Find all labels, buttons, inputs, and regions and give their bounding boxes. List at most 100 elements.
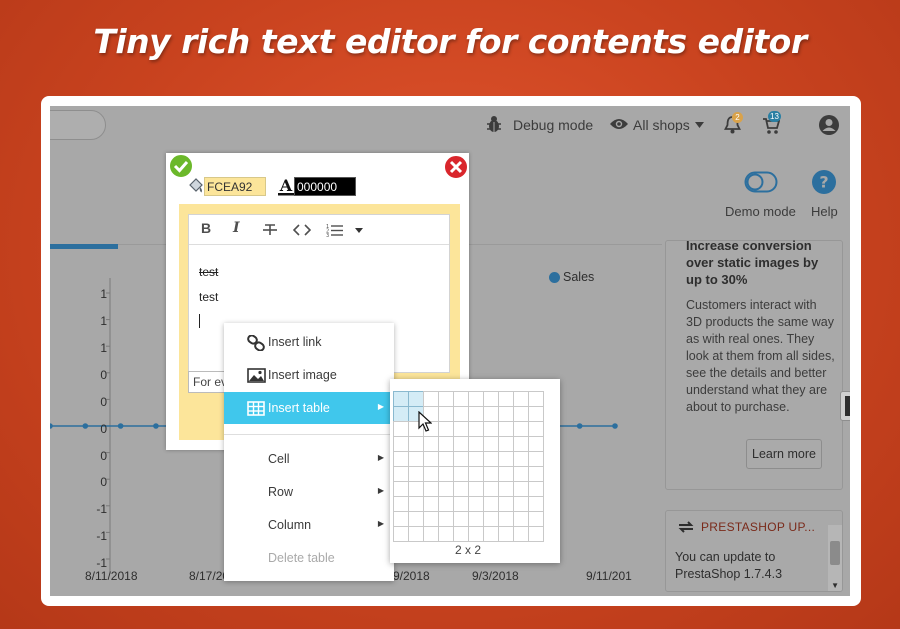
grid-cell[interactable]: [498, 421, 514, 437]
grid-cell[interactable]: [483, 391, 499, 407]
grid-cell[interactable]: [528, 511, 544, 527]
demo-mode-label[interactable]: Demo mode: [725, 204, 796, 219]
grid-cell[interactable]: [498, 406, 514, 422]
grid-cell[interactable]: [393, 436, 409, 452]
help-icon[interactable]: ?: [812, 170, 836, 194]
grid-cell[interactable]: [423, 391, 439, 407]
grid-cell[interactable]: [483, 466, 499, 482]
grid-cell[interactable]: [498, 466, 514, 482]
grid-cell[interactable]: [423, 496, 439, 512]
grid-cell[interactable]: [513, 466, 529, 482]
grid-cell[interactable]: [408, 451, 424, 467]
grid-cell[interactable]: [408, 436, 424, 452]
grid-cell[interactable]: [468, 421, 484, 437]
grid-cell[interactable]: [498, 391, 514, 407]
grid-cell[interactable]: [438, 421, 454, 437]
grid-cell[interactable]: [423, 526, 439, 542]
grid-cell[interactable]: [438, 436, 454, 452]
grid-cell[interactable]: [498, 526, 514, 542]
grid-cell[interactable]: [513, 421, 529, 437]
confirm-icon[interactable]: [168, 153, 194, 179]
grid-cell[interactable]: [498, 511, 514, 527]
grid-cell[interactable]: [528, 436, 544, 452]
grid-cell[interactable]: [483, 526, 499, 542]
grid-cell[interactable]: [468, 391, 484, 407]
cell-item[interactable]: Cell ▶: [224, 443, 394, 475]
grid-cell[interactable]: [468, 466, 484, 482]
grid-cell[interactable]: [468, 451, 484, 467]
grid-cell[interactable]: [483, 481, 499, 497]
grid-cell[interactable]: [453, 526, 469, 542]
grid-cell[interactable]: [438, 406, 454, 422]
grid-cell[interactable]: [513, 451, 529, 467]
table-grid[interactable]: [393, 391, 545, 543]
search-field[interactable]: [50, 110, 106, 140]
grid-cell[interactable]: [528, 526, 544, 542]
grid-cell[interactable]: [498, 436, 514, 452]
grid-cell[interactable]: [483, 421, 499, 437]
demo-mode-toggle-icon[interactable]: [744, 171, 778, 193]
grid-cell[interactable]: [408, 496, 424, 512]
grid-cell[interactable]: [468, 481, 484, 497]
grid-cell[interactable]: [423, 511, 439, 527]
grid-cell[interactable]: [513, 511, 529, 527]
grid-cell[interactable]: [393, 466, 409, 482]
grid-cell[interactable]: [513, 496, 529, 512]
grid-cell[interactable]: [483, 406, 499, 422]
background-color-input[interactable]: FCEA92: [204, 177, 266, 196]
grid-cell[interactable]: [483, 496, 499, 512]
scroll-down-icon[interactable]: ▼: [831, 581, 839, 590]
close-icon[interactable]: [443, 154, 469, 180]
grid-cell[interactable]: [453, 511, 469, 527]
italic-icon[interactable]: I: [233, 220, 240, 236]
grid-cell[interactable]: [528, 481, 544, 497]
grid-cell[interactable]: [468, 511, 484, 527]
row-item[interactable]: Row ▶: [224, 476, 394, 508]
grid-cell[interactable]: [528, 451, 544, 467]
all-shops-selector[interactable]: All shops: [633, 117, 690, 133]
help-label[interactable]: Help: [811, 204, 838, 219]
grid-cell[interactable]: [438, 526, 454, 542]
grid-cell[interactable]: [468, 496, 484, 512]
grid-cell[interactable]: [438, 511, 454, 527]
grid-cell[interactable]: [453, 391, 469, 407]
grid-cell[interactable]: [438, 496, 454, 512]
grid-cell[interactable]: [453, 496, 469, 512]
grid-cell[interactable]: [513, 436, 529, 452]
grid-cell[interactable]: [423, 466, 439, 482]
grid-cell[interactable]: [408, 511, 424, 527]
grid-cell[interactable]: [408, 481, 424, 497]
grid-cell[interactable]: [393, 406, 409, 422]
grid-cell[interactable]: [528, 466, 544, 482]
bold-icon[interactable]: B: [201, 220, 211, 236]
grid-cell[interactable]: [513, 526, 529, 542]
list-dropdown-icon[interactable]: [355, 228, 363, 233]
update-scroll-thumb[interactable]: [830, 541, 840, 565]
text-color-input[interactable]: 000000: [294, 177, 356, 196]
user-account-icon[interactable]: [819, 115, 839, 135]
grid-cell[interactable]: [453, 421, 469, 437]
grid-cell[interactable]: [423, 451, 439, 467]
grid-cell[interactable]: [393, 496, 409, 512]
grid-cell[interactable]: [528, 496, 544, 512]
grid-cell[interactable]: [393, 451, 409, 467]
grid-cell[interactable]: [528, 406, 544, 422]
grid-cell[interactable]: [453, 436, 469, 452]
delete-table-item[interactable]: Delete table: [224, 542, 394, 574]
grid-cell[interactable]: [483, 451, 499, 467]
column-item[interactable]: Column ▶: [224, 509, 394, 541]
code-icon[interactable]: [293, 224, 311, 236]
grid-cell[interactable]: [393, 511, 409, 527]
grid-cell[interactable]: [393, 391, 409, 407]
grid-cell[interactable]: [393, 526, 409, 542]
grid-cell[interactable]: [408, 391, 424, 407]
insert-image-item[interactable]: Insert image: [224, 359, 394, 391]
strikethrough-icon[interactable]: [262, 223, 278, 237]
grid-cell[interactable]: [513, 481, 529, 497]
grid-cell[interactable]: [513, 406, 529, 422]
grid-cell[interactable]: [393, 481, 409, 497]
grid-cell[interactable]: [453, 466, 469, 482]
grid-cell[interactable]: [453, 451, 469, 467]
grid-cell[interactable]: [438, 391, 454, 407]
grid-cell[interactable]: [468, 436, 484, 452]
